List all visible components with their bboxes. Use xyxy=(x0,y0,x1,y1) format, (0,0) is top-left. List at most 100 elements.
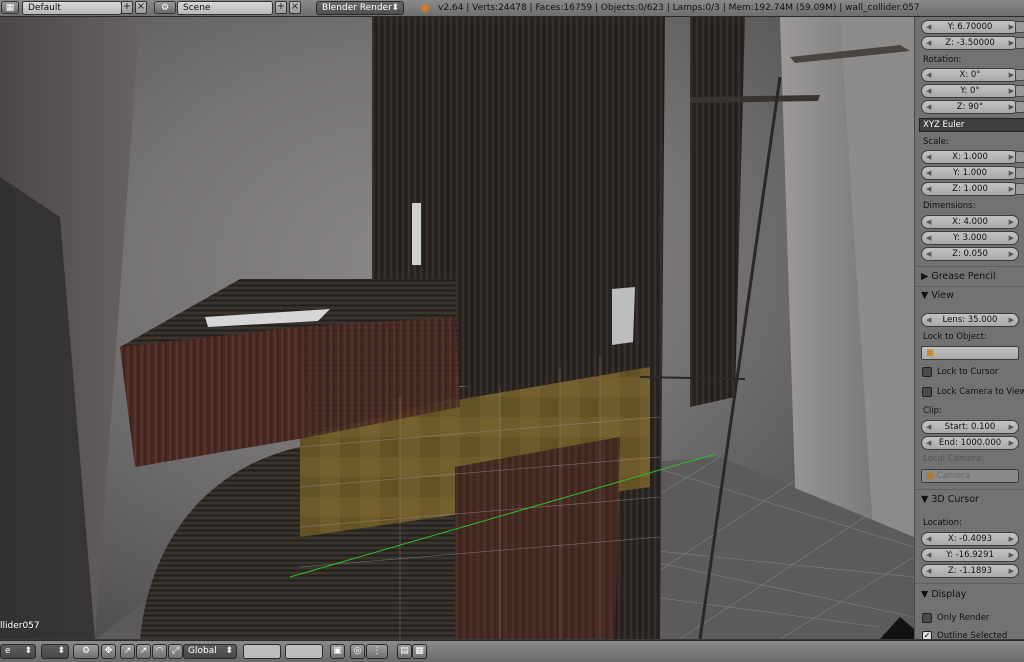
location-y-value: Y: 6.70000 xyxy=(947,22,993,32)
clip-start-field[interactable]: ◀ Start: 0.100 ▶ xyxy=(921,420,1019,434)
delete-scene-button[interactable]: × xyxy=(289,1,301,14)
dropdown-arrow-icon: ⬍ xyxy=(24,646,32,656)
view-header-label: View xyxy=(931,290,954,301)
dimension-y-field[interactable]: ◀ Y: 3.000 ▶ xyxy=(921,231,1019,245)
rotation-x-field[interactable]: ◀ X: 0° ▶ xyxy=(921,68,1019,82)
cursor-z-value: Z: -1.1893 xyxy=(947,566,993,576)
render-still-icon[interactable]: ▤ xyxy=(397,644,412,659)
cursor-z-field[interactable]: ◀ Z: -1.1893 ▶ xyxy=(921,564,1019,578)
view-panel-header[interactable]: ▼ View xyxy=(921,290,954,301)
3d-viewport[interactable]: llider057 xyxy=(0,17,914,639)
translate-icon[interactable]: ↗ xyxy=(136,644,151,659)
local-camera-value: Camera xyxy=(936,471,971,481)
manipulator-toggle-icon[interactable]: ✥ xyxy=(101,644,116,659)
proportional-edit-icon[interactable]: ◎ xyxy=(350,644,365,659)
divider xyxy=(915,583,1024,584)
divider xyxy=(915,286,1024,287)
lock-scale-y-icon[interactable] xyxy=(1015,167,1024,179)
editor-type-icon[interactable]: ▦ xyxy=(1,1,19,14)
location-z-value: Z: -3.50000 xyxy=(945,38,995,48)
dimension-z-value: Z: 0.050 xyxy=(952,249,988,259)
mode-dropdown[interactable]: e ⬍ xyxy=(0,644,36,659)
rotate-icon[interactable]: ◠ xyxy=(152,644,167,659)
rotation-z-field[interactable]: ◀ Z: 90° ▶ xyxy=(921,100,1019,114)
lock-rotation-x-icon[interactable] xyxy=(1015,69,1024,81)
dimensions-label: Dimensions: xyxy=(923,201,976,211)
location-y-field[interactable]: ◀ Y: 6.70000 ▶ xyxy=(921,20,1019,34)
cursor-y-field[interactable]: ◀ Y: -16.9291 ▶ xyxy=(921,548,1019,562)
add-layout-button[interactable]: + xyxy=(121,1,133,14)
scale-y-value: Y: 1.000 xyxy=(953,168,987,178)
cursor-y-value: Y: -16.9291 xyxy=(946,550,994,560)
scene-stats: v2.64 | Verts:24478 | Faces:16759 | Obje… xyxy=(438,3,920,13)
clip-end-field[interactable]: ◀ End: 1000.000 ▶ xyxy=(921,436,1019,450)
display-panel-header[interactable]: ▼ Display xyxy=(921,589,966,600)
outline-selected-checkbox[interactable]: ✓ xyxy=(922,631,932,639)
local-camera-label: Local Camera: xyxy=(923,454,984,464)
orientation-label: Global xyxy=(188,646,217,656)
dropdown-arrow-icon: ⬍ xyxy=(225,646,233,656)
dimension-y-value: Y: 3.000 xyxy=(953,233,987,243)
layers-grid-2-icon[interactable] xyxy=(285,644,323,659)
delete-layout-button[interactable]: × xyxy=(135,1,147,14)
clip-label: Clip: xyxy=(923,406,942,416)
transform-orientation-dropdown[interactable]: Global ⬍ xyxy=(183,644,237,659)
3d-cursor-header-label: 3D Cursor xyxy=(931,494,979,505)
rotation-label: Rotation: xyxy=(923,55,962,65)
rotation-z-value: Z: 90° xyxy=(956,102,984,112)
local-camera-field[interactable]: ■ Camera xyxy=(921,469,1019,483)
snap-element-icon[interactable]: ⋮ xyxy=(366,644,388,659)
scale-y-field[interactable]: ◀ Y: 1.000 ▶ xyxy=(921,166,1019,180)
scale-icon[interactable]: ⤢ xyxy=(168,644,183,659)
dimension-x-field[interactable]: ◀ X: 4.000 ▶ xyxy=(921,215,1019,229)
scale-label: Scale: xyxy=(923,137,949,147)
collapsed-arrow-icon: ▶ xyxy=(921,271,932,282)
render-engine-label: Blender Render xyxy=(322,3,392,13)
scale-z-value: Z: 1.000 xyxy=(952,184,988,194)
lock-location-z-icon[interactable] xyxy=(1015,37,1024,49)
grease-pencil-panel-header[interactable]: ▶ Grease Pencil xyxy=(921,271,996,282)
render-engine-dropdown[interactable]: Blender Render ⬍ xyxy=(316,1,404,15)
3d-cursor-panel-header[interactable]: ▼ 3D Cursor xyxy=(921,494,979,505)
lock-scale-z-icon[interactable] xyxy=(1015,183,1024,195)
lock-rotation-z-icon[interactable] xyxy=(1015,101,1024,113)
divider xyxy=(915,266,1024,267)
blender-logo-icon: ◉ xyxy=(420,1,430,14)
dimension-z-field[interactable]: ◀ Z: 0.050 ▶ xyxy=(921,247,1019,261)
rotation-y-field[interactable]: ◀ Y: 0° ▶ xyxy=(921,84,1019,98)
render-animation-icon[interactable]: ▦ xyxy=(412,644,427,659)
layers-grid-icon[interactable] xyxy=(243,644,281,659)
lock-camera-to-view-checkbox[interactable] xyxy=(922,387,932,397)
pivot-point-icon[interactable]: ⚙ xyxy=(73,644,99,659)
lock-rotation-y-icon[interactable] xyxy=(1015,85,1024,97)
only-render-checkbox[interactable] xyxy=(922,613,932,623)
rotation-y-value: Y: 0° xyxy=(960,86,980,96)
lock-to-cursor-checkbox[interactable] xyxy=(922,367,932,377)
mode-label: e xyxy=(5,646,11,656)
cursor-x-field[interactable]: ◀ X: -0.4093 ▶ xyxy=(921,532,1019,546)
lock-to-object-field[interactable]: ■ xyxy=(921,346,1019,360)
scene-icon[interactable]: ⚙ xyxy=(154,1,176,14)
lock-scale-x-icon[interactable] xyxy=(1015,151,1024,163)
shading-dropdown[interactable]: ⬍ xyxy=(41,644,69,659)
display-header-label: Display xyxy=(931,589,967,600)
info-header: ▦ Default + × ⚙ Scene + × Blender Render… xyxy=(0,0,1024,17)
divider xyxy=(915,489,1024,490)
only-render-label: Only Render xyxy=(937,613,990,623)
screen-layout-field[interactable]: Default xyxy=(22,1,122,15)
translate-manipulator-icon[interactable]: ↗ xyxy=(120,644,135,659)
dimension-x-value: X: 4.000 xyxy=(952,217,988,227)
scale-z-field[interactable]: ◀ Z: 1.000 ▶ xyxy=(921,182,1019,196)
scale-x-field[interactable]: ◀ X: 1.000 ▶ xyxy=(921,150,1019,164)
location-z-field[interactable]: ◀ Z: -3.50000 ▶ xyxy=(921,36,1019,50)
add-scene-button[interactable]: + xyxy=(275,1,287,14)
rotation-mode-dropdown[interactable]: XYZ Euler xyxy=(919,118,1024,132)
expanded-arrow-icon: ▼ xyxy=(921,290,932,301)
lock-layers-icon[interactable]: ▣ xyxy=(330,644,345,659)
object-icon: ■ xyxy=(926,348,935,358)
scene-field[interactable]: Scene xyxy=(177,1,273,15)
lock-location-y-icon[interactable] xyxy=(1015,21,1024,33)
expanded-arrow-icon: ▼ xyxy=(921,589,932,600)
object-name-label: llider057 xyxy=(0,621,40,631)
lens-field[interactable]: ◀ Lens: 35.000 ▶ xyxy=(921,313,1019,327)
